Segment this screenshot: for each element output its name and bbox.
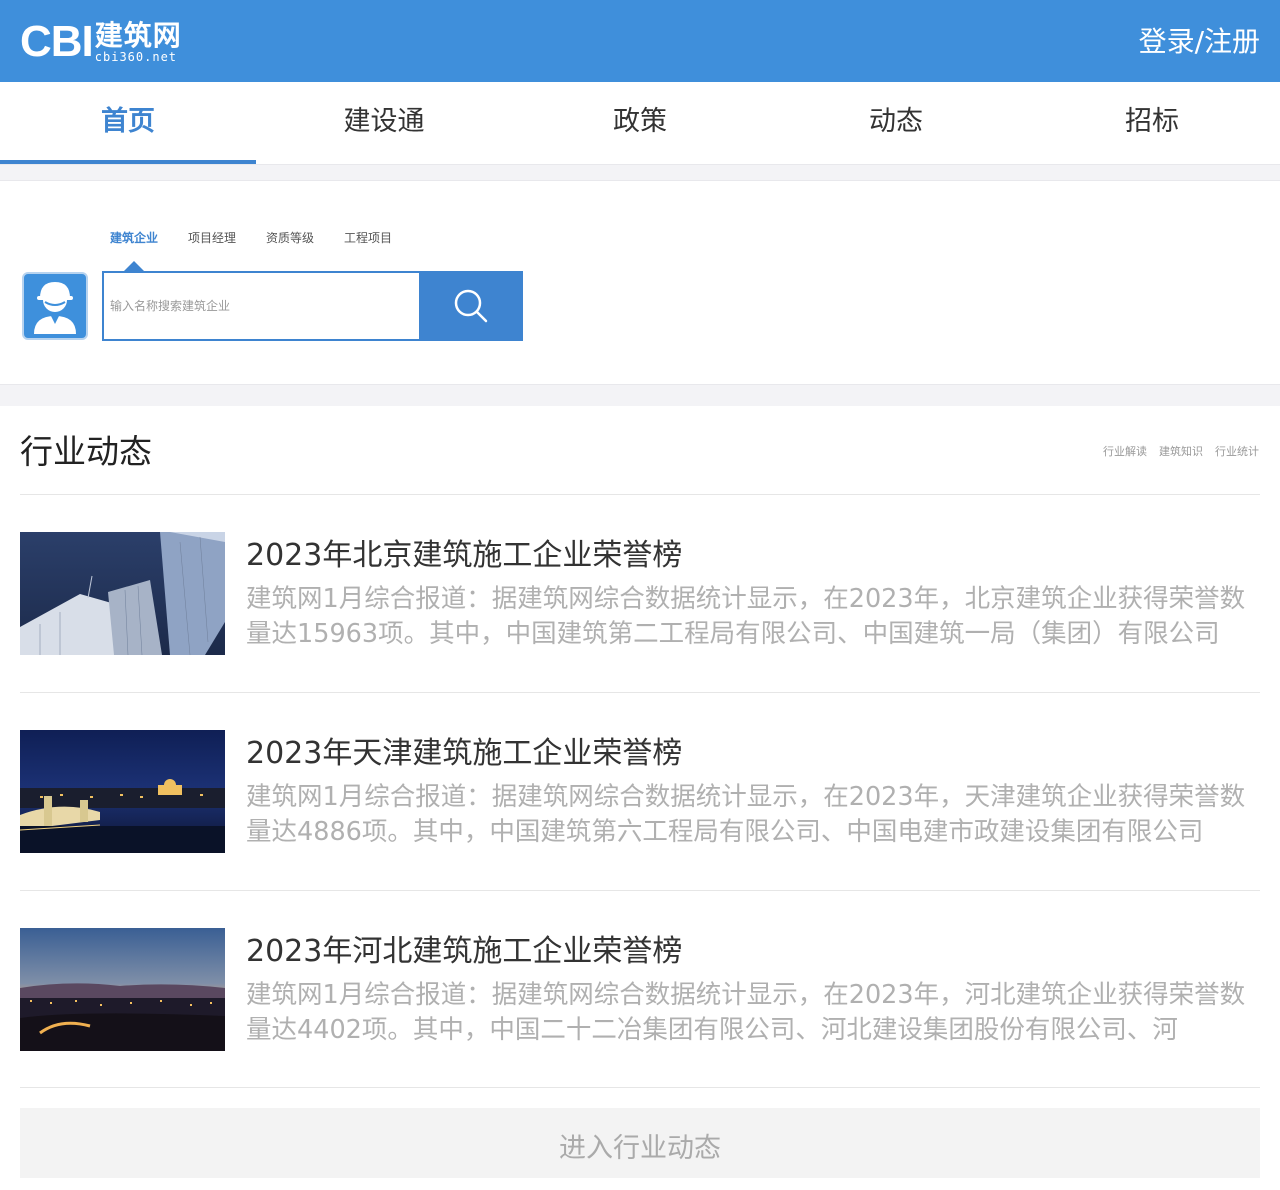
dusk-city-photo[interactable] xyxy=(20,928,225,1051)
news-link-statistics[interactable]: 行业统计 xyxy=(1215,443,1259,459)
nav-item-home[interactable]: 首页 xyxy=(0,82,256,164)
section-divider xyxy=(0,384,1280,406)
news-item[interactable]: 2023年河北建筑施工企业荣誉榜 建筑网1月综合报道：据建筑网综合数据统计显示，… xyxy=(20,928,1260,1052)
news-item[interactable]: 2023年北京建筑施工企业荣誉榜 建筑网1月综合报道：据建筑网综合数据统计显示，… xyxy=(20,532,1260,656)
nav-item-news[interactable]: 动态 xyxy=(768,82,1024,164)
search-tabs: 建筑企业 项目经理 资质等级 工程项目 xyxy=(110,229,422,271)
section-divider xyxy=(0,164,1280,181)
night-bridge-photo[interactable] xyxy=(20,730,225,853)
skyscrapers-photo[interactable] xyxy=(20,532,225,655)
news-link-knowledge[interactable]: 建筑知识 xyxy=(1159,443,1203,459)
search-tab-project[interactable]: 工程项目 xyxy=(344,229,392,247)
divider xyxy=(20,692,1260,693)
more-news-button[interactable]: 进入行业动态 xyxy=(20,1108,1260,1178)
search-icon xyxy=(454,289,488,323)
news-item-summary: 建筑网1月综合报道：据建筑网综合数据统计显示，在2023年，天津建筑企业获得荣誉… xyxy=(246,782,1246,847)
search-tab-company[interactable]: 建筑企业 xyxy=(110,229,158,271)
worker-helmet-icon xyxy=(22,272,88,340)
divider xyxy=(20,1087,1260,1088)
search-button[interactable] xyxy=(419,271,523,341)
news-item-title[interactable]: 2023年河北建筑施工企业荣誉榜 xyxy=(246,932,682,972)
news-category-links: 行业解读 建筑知识 行业统计 xyxy=(1091,443,1259,459)
news-item[interactable]: 2023年天津建筑施工企业荣誉榜 建筑网1月综合报道：据建筑网综合数据统计显示，… xyxy=(20,730,1260,854)
news-item-summary: 建筑网1月综合报道：据建筑网综合数据统计显示，在2023年，河北建筑企业获得荣誉… xyxy=(246,980,1246,1045)
news-section-title: 行业动态 xyxy=(20,432,152,471)
news-item-title[interactable]: 2023年天津建筑施工企业荣誉榜 xyxy=(246,734,682,774)
nav-item-bidding[interactable]: 招标 xyxy=(1024,82,1280,164)
news-item-title[interactable]: 2023年北京建筑施工企业荣誉榜 xyxy=(246,536,682,576)
site-logo[interactable]: CBI 建筑网 cbi360.net xyxy=(20,18,182,66)
nav-item-jianshetong[interactable]: 建设通 xyxy=(256,82,512,164)
main-nav: 首页 建设通 政策 动态 招标 xyxy=(0,82,1280,164)
top-header: CBI 建筑网 cbi360.net 登录/注册 xyxy=(0,0,1280,82)
search-tab-qualification[interactable]: 资质等级 xyxy=(266,229,314,247)
search-section: 建筑企业 项目经理 资质等级 工程项目 xyxy=(0,181,1280,384)
logo-cn-text: 建筑网 xyxy=(94,18,182,52)
search-box xyxy=(102,271,523,341)
search-input[interactable] xyxy=(104,273,420,339)
nav-item-policy[interactable]: 政策 xyxy=(512,82,768,164)
divider xyxy=(20,890,1260,891)
search-tab-manager[interactable]: 项目经理 xyxy=(188,229,236,247)
login-register-link[interactable]: 登录/注册 xyxy=(1139,24,1260,60)
logo-cbi-text: CBI xyxy=(20,17,94,66)
news-item-summary: 建筑网1月综合报道：据建筑网综合数据统计显示，在2023年，北京建筑企业获得荣誉… xyxy=(246,584,1246,649)
news-link-interpretation[interactable]: 行业解读 xyxy=(1103,443,1147,459)
divider xyxy=(20,494,1260,495)
logo-url-text: cbi360.net xyxy=(94,49,178,64)
